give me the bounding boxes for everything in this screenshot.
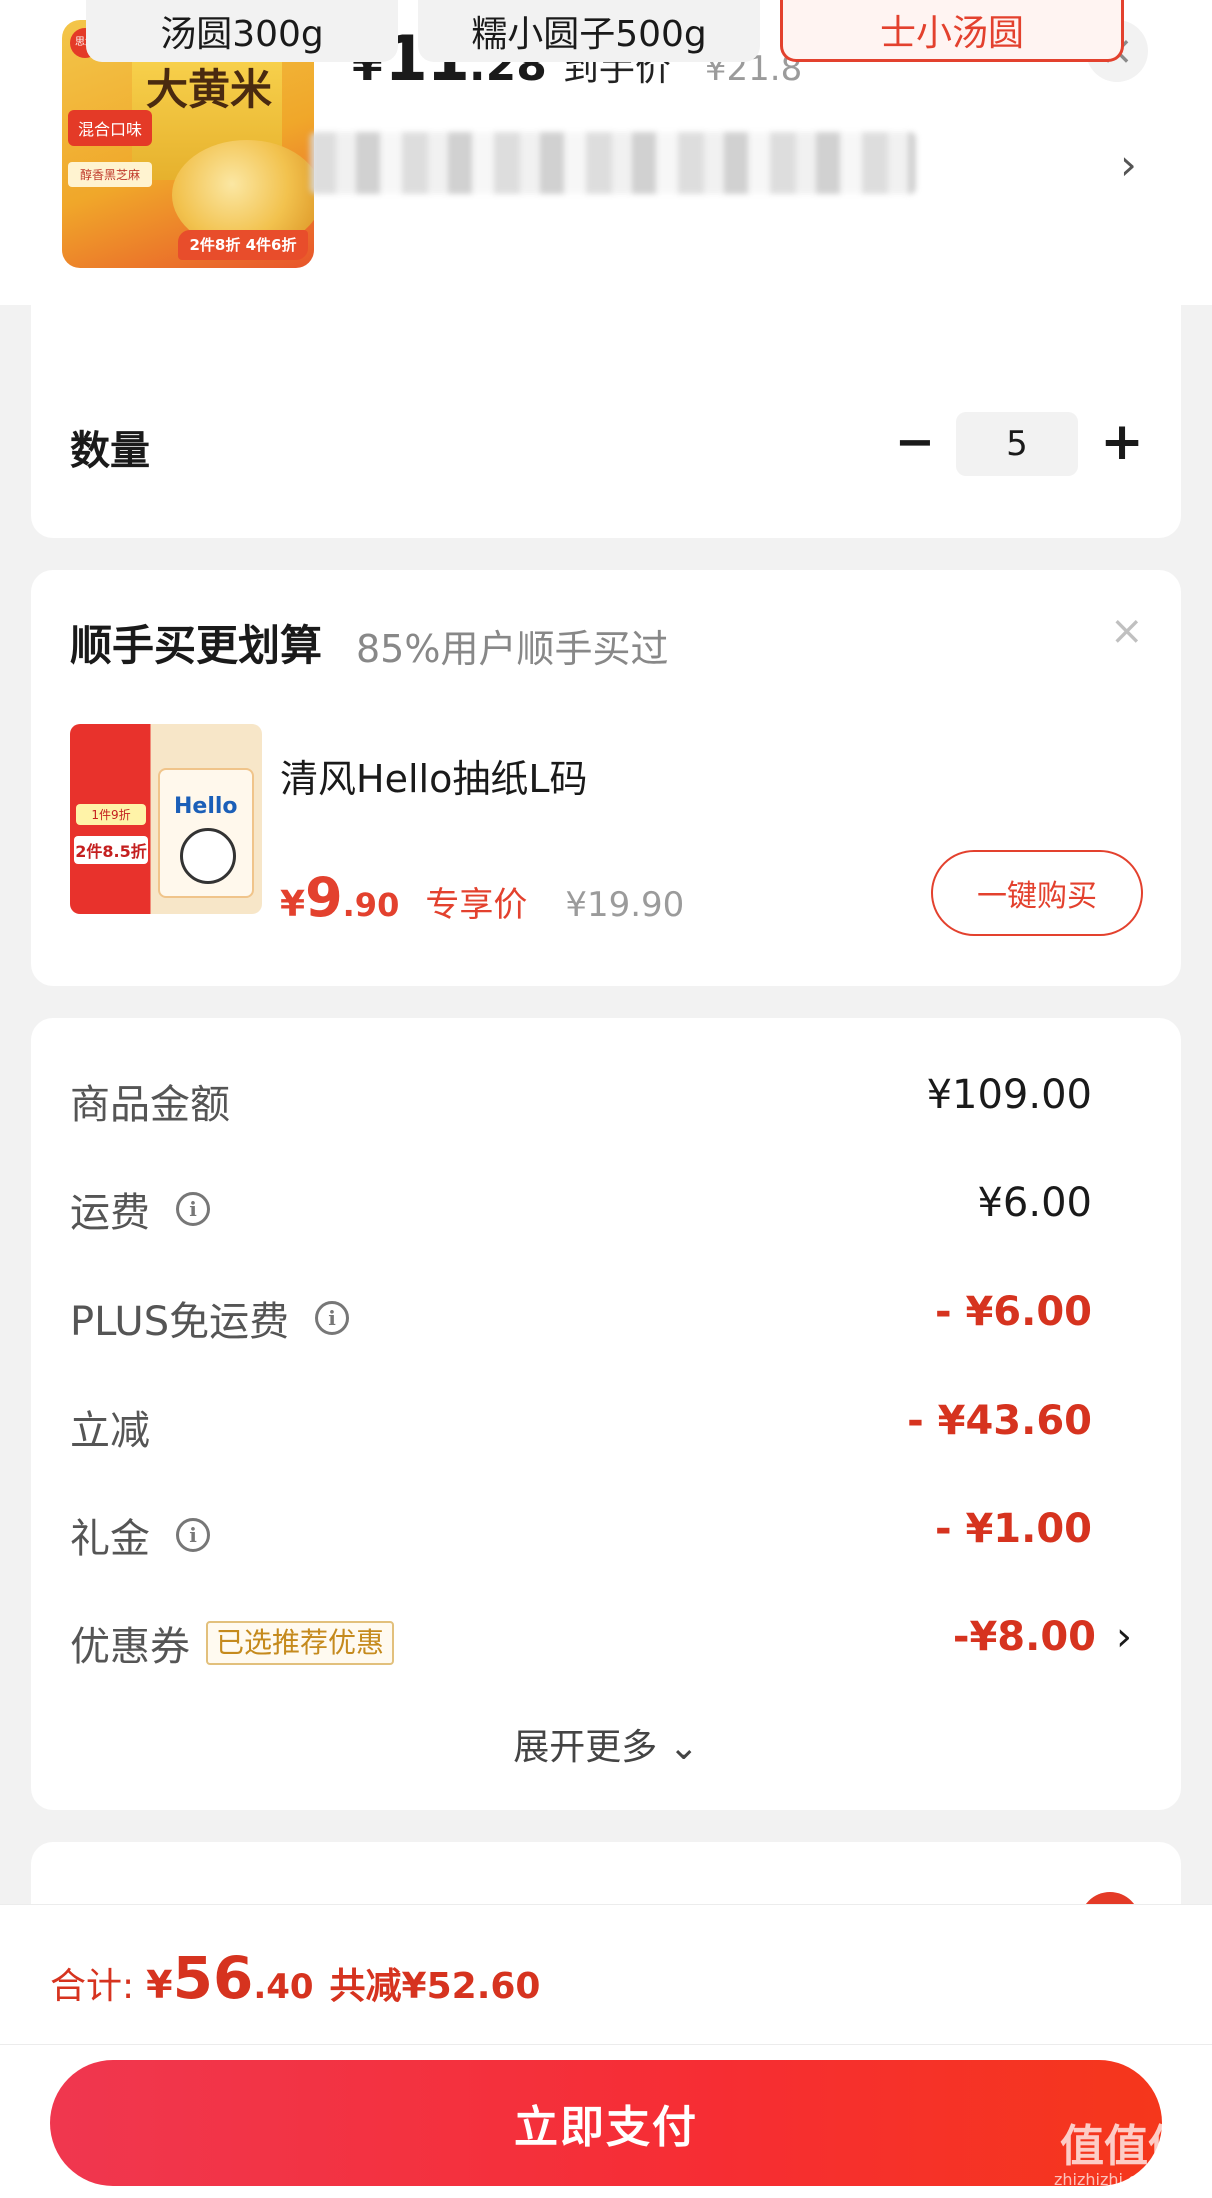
plus-free-shipping-value: - ¥6.00 — [934, 1289, 1092, 1335]
addon-title: 顺手买更划算 — [70, 621, 323, 670]
pay-now-button[interactable]: 立即支付 — [50, 2060, 1162, 2186]
spec-option-3-selected[interactable]: 士小汤圆 — [780, 0, 1124, 62]
exclusive-price-label: 专享价 — [425, 885, 528, 925]
addon-product-name[interactable]: 清风Hello抽纸L码 — [280, 748, 588, 803]
fee-row-label: 立减 — [70, 1398, 150, 1456]
plus-icon[interactable]: + — [1100, 412, 1144, 472]
total-decimal: .40 — [253, 1967, 314, 2007]
package-title: 大黄米 — [146, 65, 273, 114]
gift-money-label: 礼金 — [70, 1516, 150, 1562]
shipping-value: ¥6.00 — [977, 1180, 1092, 1226]
coupon-value[interactable]: -¥8.00 — [953, 1614, 1096, 1660]
divider — [0, 2044, 1212, 2045]
chevron-right-icon[interactable]: › — [1116, 1614, 1132, 1660]
price-integer: 9 — [305, 866, 343, 929]
flavor-label: 混合口味 — [68, 110, 152, 146]
info-icon[interactable]: i — [176, 1192, 210, 1226]
expand-more-button[interactable]: 展开更多 ⌄ — [0, 1718, 1212, 1770]
cartoon-graphic — [180, 828, 236, 884]
tissue-discount-tag-1: 1件9折 — [76, 804, 146, 825]
close-icon[interactable]: × — [1110, 608, 1144, 654]
fee-row-label: 礼金 i — [70, 1506, 210, 1564]
shipping-label: 运费 — [70, 1190, 150, 1236]
order-total: 合计: ¥ 56 .40 共减¥52.60 — [50, 1944, 540, 2012]
price-decimal: .90 — [342, 886, 400, 924]
info-icon[interactable]: i — [176, 1518, 210, 1552]
watermark-logo: 值值值 — [1060, 2121, 1192, 2172]
total-integer: 56 — [172, 1944, 254, 2012]
total-label: 合计: — [50, 1966, 135, 2007]
chevron-right-icon[interactable]: › — [1120, 140, 1137, 189]
addon-subtitle: 85%用户顺手买过 — [356, 627, 669, 671]
gift-money-value: - ¥1.00 — [934, 1506, 1092, 1552]
spec-option-2[interactable]: 糯小圆子500g — [418, 0, 760, 62]
coupon-label: 优惠券 — [70, 1624, 190, 1670]
coupon-recommend-badge: 已选推荐优惠 — [206, 1621, 395, 1665]
fee-row-label: PLUS免运费 i — [70, 1289, 350, 1347]
info-icon[interactable]: i — [315, 1301, 350, 1335]
watermark-url: zhizhizhi.com — [1054, 2170, 1163, 2189]
plus-free-shipping-label: PLUS免运费 — [70, 1299, 290, 1345]
quantity-label: 数量 — [70, 428, 150, 474]
quantity-input[interactable]: 5 — [956, 412, 1078, 476]
fee-row-label: 商品金额 — [70, 1072, 230, 1130]
fee-row-label: 运费 i — [70, 1180, 210, 1238]
addon-product-image[interactable]: 1件9折 2件8.5折 Hello — [70, 724, 262, 914]
addon-price: ¥ 9 .90 专享价 ¥19.90 — [280, 866, 684, 929]
one-click-buy-button[interactable]: 一键购买 — [931, 850, 1143, 936]
goods-amount-label: 商品金额 — [70, 1082, 230, 1128]
fee-row-label[interactable]: 优惠券 已选推荐优惠 — [70, 1614, 395, 1672]
flavor-sublabel: 醇香黑芝麻 — [68, 162, 152, 187]
goods-amount-value: ¥109.00 — [926, 1072, 1092, 1118]
addon-original-price: ¥19.90 — [565, 885, 685, 925]
currency-symbol: ¥ — [280, 884, 306, 925]
spec-option-1[interactable]: 汤圆300g — [86, 0, 398, 62]
minus-icon[interactable]: − — [893, 412, 937, 472]
instant-discount-value: - ¥43.60 — [907, 1398, 1092, 1444]
tissue-package-text: Hello — [174, 794, 238, 819]
tissue-discount-tag-2: 2件8.5折 — [74, 836, 148, 864]
currency-symbol: ¥ — [146, 1963, 173, 2007]
total-saved: 共减¥52.60 — [329, 1966, 541, 2007]
address-redacted[interactable] — [310, 132, 916, 194]
instant-discount-label: 立减 — [70, 1408, 150, 1454]
promo-banner: 2件8折 4件6折 — [178, 230, 308, 260]
